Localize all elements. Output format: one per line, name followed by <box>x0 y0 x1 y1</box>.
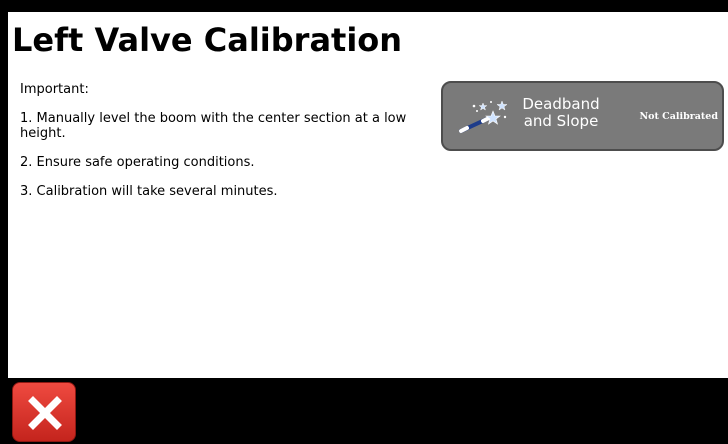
content-panel: Left Valve Calibration Important: 1. Man… <box>8 12 728 378</box>
instruction-step: 3. Calibration will take several minutes… <box>20 184 278 199</box>
magic-wand-icon <box>459 100 508 133</box>
close-icon <box>28 396 62 430</box>
screen: Left Valve Calibration Important: 1. Man… <box>0 0 728 444</box>
instruction-step: 1. Manually level the boom with the cent… <box>20 111 407 141</box>
close-button[interactable] <box>12 382 76 442</box>
instruction-step: 2. Ensure safe operating conditions. <box>20 155 255 170</box>
instructions-heading: Important: <box>20 82 89 97</box>
page-title: Left Valve Calibration <box>12 21 403 59</box>
deadband-slope-calibration-button[interactable]: Deadband and Slope Not Calibrated <box>441 81 724 151</box>
bottom-toolbar <box>0 378 728 444</box>
calibration-status: Not Calibrated <box>639 111 718 122</box>
instructions: Important: 1. Manually level the boom wi… <box>20 82 420 213</box>
calibration-button-label: Deadband and Slope <box>522 95 600 130</box>
